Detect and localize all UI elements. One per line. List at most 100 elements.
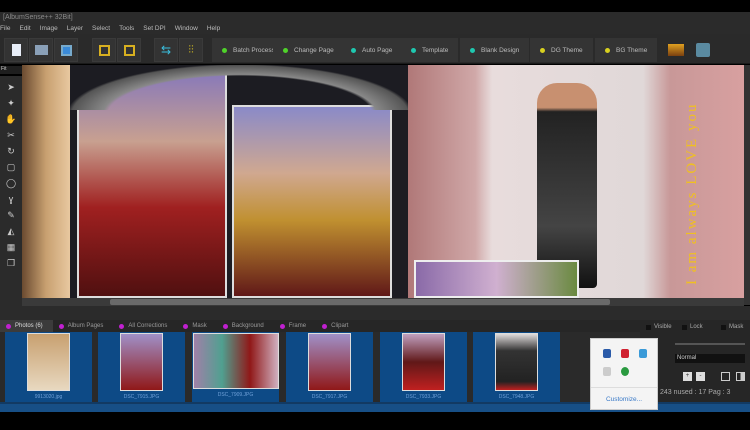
thumbnail-filename: DSC_7915.JPG xyxy=(123,394,160,400)
scissors-icon[interactable]: ✂ xyxy=(5,130,17,140)
half-square-icon[interactable] xyxy=(736,372,745,381)
checkbox-icon xyxy=(682,324,687,330)
blank-design-label: Blank Design xyxy=(481,46,520,54)
dg-theme-button[interactable]: DG Theme xyxy=(530,38,593,62)
lasso-icon[interactable]: ɣ xyxy=(5,194,17,204)
folder-icon xyxy=(34,45,48,55)
menu-file[interactable]: File xyxy=(0,23,10,34)
brush-icon[interactable]: ✎ xyxy=(5,210,17,220)
photo-thumbnail[interactable]: DSC_7917.JPG xyxy=(286,332,373,402)
vertical-scrollbar[interactable] xyxy=(744,65,750,305)
tab-background[interactable]: Background xyxy=(217,320,274,332)
change-page-button[interactable]: Change Page xyxy=(273,38,344,62)
menu-bar: File Edit Image Layer Select Tools Set D… xyxy=(0,23,750,34)
status-dot-icon xyxy=(283,47,288,53)
blank-design-button[interactable]: Blank Design xyxy=(460,38,530,62)
menu-layer[interactable]: Layer xyxy=(67,23,83,34)
horizontal-scroll-thumb[interactable] xyxy=(110,299,610,305)
new-file-button[interactable] xyxy=(4,38,28,62)
square-icon[interactable] xyxy=(721,372,730,381)
tab-dot-icon xyxy=(58,323,64,329)
rotate-icon[interactable]: ↻ xyxy=(5,146,17,156)
photo-thumbnail[interactable]: DSC_7915.JPG xyxy=(98,332,185,402)
template-label: Template xyxy=(422,46,449,54)
green-app-icon[interactable] xyxy=(621,367,629,376)
open-button[interactable] xyxy=(29,38,53,62)
tab-label: All Corrections xyxy=(128,323,168,329)
tab-label: Photos (6) xyxy=(15,323,43,329)
tab-album-pages[interactable]: Album Pages xyxy=(53,320,114,332)
photo-bride-2[interactable] xyxy=(232,105,392,298)
tab-mask[interactable]: Mask xyxy=(177,320,216,332)
thumbnail-image xyxy=(495,333,538,391)
panel-tabs: Photos (6) Album Pages All Corrections M… xyxy=(0,320,640,332)
rect-select-icon[interactable]: ▢ xyxy=(5,162,17,172)
swap-icon: ⇆ xyxy=(160,43,172,57)
export-button[interactable] xyxy=(92,38,116,62)
thumbnail-image xyxy=(27,333,70,391)
tray-popup: Customize... xyxy=(590,338,658,410)
customize-link[interactable]: Customize... xyxy=(591,387,657,403)
menu-tools[interactable]: Tools xyxy=(119,23,134,34)
photo-thumbnail[interactable]: 9913020.jpg xyxy=(5,332,92,402)
status-dot-icon xyxy=(470,47,475,53)
zoom-select[interactable]: Fit xyxy=(0,66,22,74)
status-dot-icon xyxy=(222,47,227,53)
wand-icon[interactable]: ✦ xyxy=(5,98,17,108)
portrait-button[interactable] xyxy=(692,38,714,62)
menu-edit[interactable]: Edit xyxy=(19,23,30,34)
panel-divider xyxy=(0,306,750,320)
blend-mode-select[interactable]: Normal xyxy=(675,354,745,363)
menu-help[interactable]: Help xyxy=(207,23,220,34)
tab-frame[interactable]: Frame xyxy=(274,320,316,332)
import-button[interactable] xyxy=(117,38,141,62)
menu-window[interactable]: Window xyxy=(175,23,198,34)
remove-layer-button[interactable]: - xyxy=(696,372,705,381)
thumbnail-image xyxy=(308,333,351,391)
visible-checkbox[interactable]: Visible xyxy=(646,324,672,330)
thumbnail-image xyxy=(120,333,163,391)
fill-icon[interactable]: ◭ xyxy=(5,226,17,236)
mask-checkbox[interactable]: Mask xyxy=(721,324,743,330)
tab-all-corrections[interactable]: All Corrections xyxy=(113,320,177,332)
layers-icon[interactable]: ❐ xyxy=(5,258,17,268)
align-button[interactable]: ⫶⫶ xyxy=(179,38,203,62)
lock-checkbox[interactable]: Lock xyxy=(682,324,703,330)
bg-theme-button[interactable]: BG Theme xyxy=(595,38,658,62)
landscape-button[interactable] xyxy=(665,38,687,62)
flag-icon[interactable] xyxy=(603,367,611,376)
auto-page-button[interactable]: Auto Page xyxy=(341,38,403,62)
ellipse-select-icon[interactable]: ◯ xyxy=(5,178,17,188)
photo-thumbnail[interactable]: DSC_7948.JPG xyxy=(473,332,560,402)
tab-label: Mask xyxy=(192,323,207,329)
swap-button[interactable]: ⇆ xyxy=(154,38,178,62)
status-dot-icon xyxy=(351,47,356,53)
opacity-slider[interactable] xyxy=(675,343,745,345)
thumbnail-image xyxy=(402,333,445,391)
photo-thumbnail[interactable]: DSC_7909.JPG xyxy=(192,332,279,402)
tab-label: Background xyxy=(231,323,264,329)
tab-clipart[interactable]: Clipart xyxy=(316,320,358,332)
tab-dot-icon xyxy=(322,323,328,329)
menu-set-dpi[interactable]: Set DPI xyxy=(143,23,165,34)
red-app-icon[interactable] xyxy=(621,349,629,358)
blue-app-icon[interactable] xyxy=(639,349,647,358)
album-canvas[interactable]: I am always LOVE you xyxy=(22,65,744,298)
bluetooth-icon[interactable] xyxy=(603,349,611,358)
tab-photos[interactable]: Photos (6) xyxy=(0,320,53,332)
add-layer-button[interactable]: + xyxy=(683,372,692,381)
title-bar: [AlbumSense++ 32Bit] xyxy=(0,12,750,23)
tab-dot-icon xyxy=(183,323,189,329)
template-button[interactable]: Template xyxy=(401,38,459,62)
status-dot-icon xyxy=(411,47,416,53)
pattern-icon[interactable]: ▦ xyxy=(5,242,17,252)
pointer-icon[interactable]: ➤ xyxy=(5,82,17,92)
photo-thumbnail[interactable]: DSC_7933.JPG xyxy=(380,332,467,402)
align-icon: ⫶⫶ xyxy=(188,43,194,56)
hand-icon[interactable]: ✋ xyxy=(5,114,17,124)
tab-label: Clipart xyxy=(331,323,349,329)
photo-couple-inset[interactable] xyxy=(414,260,579,298)
menu-image[interactable]: Image xyxy=(40,23,58,34)
menu-select[interactable]: Select xyxy=(92,23,110,34)
save-button[interactable] xyxy=(54,38,78,62)
